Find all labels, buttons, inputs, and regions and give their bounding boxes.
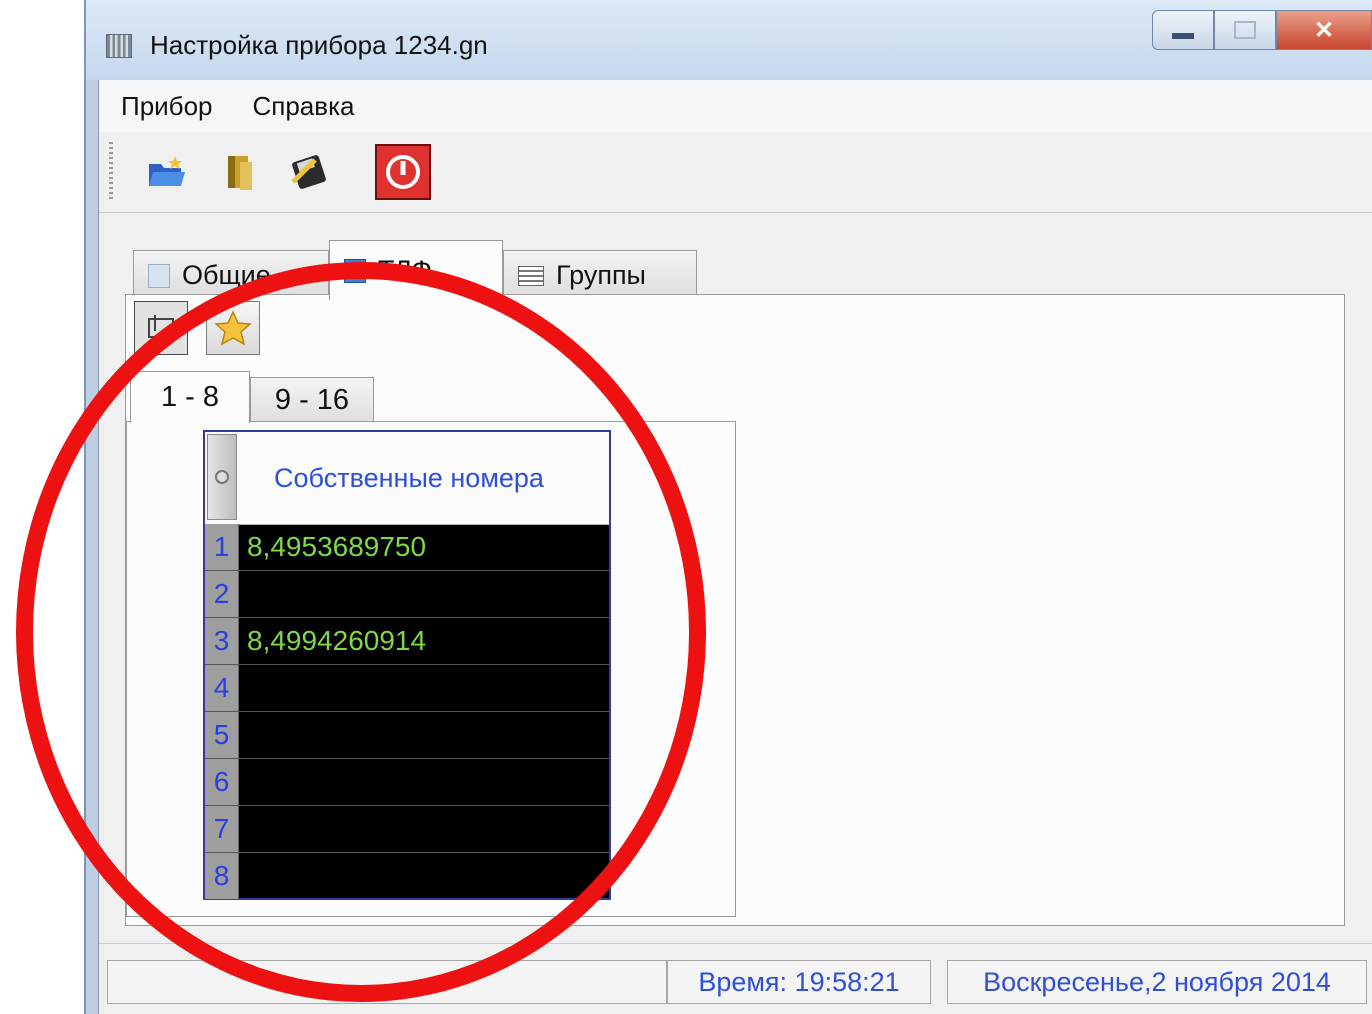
grid-header: Собственные номера [205,432,609,525]
range-tabs: 1 - 8 9 - 16 [126,371,746,423]
list-icon [518,265,544,286]
table-row[interactable]: 7 [205,806,609,853]
maximize-button[interactable] [1214,10,1276,50]
menu-bar: Прибор Справка [99,80,1372,133]
window-title: Настройка прибора 1234.gn [150,30,488,60]
phone-book-icon [344,258,366,283]
table-row[interactable]: 3 8,4994260914 [205,618,609,665]
tab-groups-label: Группы [556,260,646,290]
book-icon [228,156,252,190]
tab-range-9-16[interactable]: 9 - 16 [250,377,374,423]
window-controls: ✕ [1152,10,1372,50]
tab-range-1-8[interactable]: 1 - 8 [130,371,250,423]
tlf-panel: 1 - 8 9 - 16 Собственные номера 1 8,4953… [125,294,1345,926]
star-icon [214,310,252,346]
power-button[interactable] [375,144,431,200]
row-number: 4 [205,665,239,711]
book-button[interactable] [215,148,263,196]
title-bar[interactable]: Настройка прибора 1234.gn ✕ [86,0,1372,80]
app-icon [106,34,132,58]
import-button[interactable] [134,301,188,355]
status-bar: Время: 19:58:21 Воскресенье,2 ноября 201… [99,943,1372,1014]
tab-tlf[interactable]: ТЛФ [329,240,503,300]
row-value[interactable]: 8,4953689750 [247,524,426,570]
tab-general[interactable]: Общие [133,250,329,300]
row-number: 7 [205,806,239,852]
table-row[interactable]: 4 [205,665,609,712]
table-row[interactable]: 2 [205,571,609,618]
numbers-grid: Собственные номера 1 8,4953689750 2 3 8,… [203,430,611,900]
toolbar-grip[interactable] [109,142,113,202]
row-number: 3 [205,618,239,664]
range-panel: Собственные номера 1 8,4953689750 2 3 8,… [126,421,736,917]
status-time: Время: 19:58:21 [667,960,931,1004]
menu-device[interactable]: Прибор [99,91,230,122]
close-icon: ✕ [1313,16,1335,44]
row-number: 1 [205,524,239,570]
tab-tlf-label: ТЛФ [378,255,432,285]
table-row[interactable]: 8 [205,853,609,900]
row-number: 2 [205,571,239,617]
import-icon [148,315,174,338]
minimize-icon [1172,33,1194,39]
tab-general-label: Общие [182,260,271,290]
row-number: 6 [205,759,239,805]
save-disk-icon [291,155,326,189]
row-value[interactable]: 8,4994260914 [247,618,426,664]
row-number: 8 [205,853,239,899]
open-folder-icon [149,156,185,186]
table-row[interactable]: 6 [205,759,609,806]
status-pane-empty [107,960,667,1004]
close-button[interactable]: ✕ [1276,10,1372,50]
maximize-icon [1234,21,1256,39]
menu-help[interactable]: Справка [230,91,372,122]
settings-dot-icon [215,470,229,484]
favorite-button[interactable] [206,301,260,355]
app-window: Настройка прибора 1234.gn ✕ Прибор Справ… [84,0,1372,1014]
client-area: Прибор Справка Общие ТЛФ Группы 1 - 8 9 … [98,80,1372,1014]
power-icon [386,155,420,189]
table-row[interactable]: 5 [205,712,609,759]
minimize-button[interactable] [1152,10,1214,50]
row-number: 5 [205,712,239,758]
main-tabs: Общие ТЛФ Группы [99,240,1372,300]
save-button[interactable] [285,148,333,196]
tab-groups[interactable]: Группы [503,250,697,300]
open-button[interactable] [143,148,191,196]
page-icon [148,263,170,288]
column-header-own-numbers[interactable]: Собственные номера [239,432,579,524]
grid-corner-button[interactable] [207,434,237,520]
toolbar [99,132,1372,213]
status-date: Воскресенье,2 ноября 2014 [947,960,1367,1004]
table-row[interactable]: 1 8,4953689750 [205,524,609,571]
